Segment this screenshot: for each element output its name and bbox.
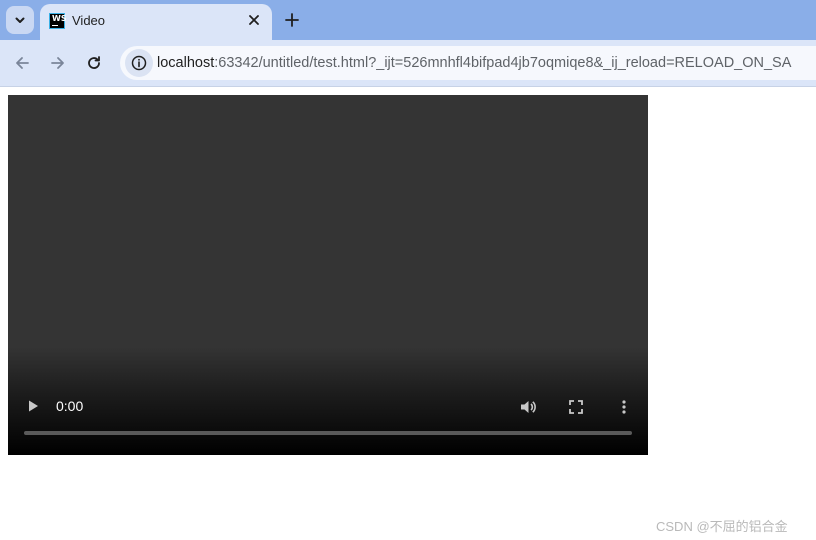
url-text: localhost:63342/untitled/test.html?_ijt=… bbox=[157, 55, 791, 71]
tab-video[interactable]: WS Video bbox=[40, 4, 272, 40]
site-info-button[interactable] bbox=[125, 49, 153, 77]
tab-title: Video bbox=[72, 13, 106, 28]
reload-button[interactable] bbox=[81, 50, 107, 76]
info-icon bbox=[131, 55, 147, 71]
video-player[interactable]: 0:00 bbox=[8, 95, 648, 455]
reload-icon bbox=[88, 56, 100, 69]
url-host: localhost bbox=[157, 55, 215, 71]
arrow-right-icon bbox=[51, 57, 64, 69]
tab-search-button[interactable] bbox=[6, 6, 34, 34]
address-bar[interactable]: localhost:63342/untitled/test.html?_ijt=… bbox=[120, 46, 816, 80]
webstorm-favicon-icon: WS bbox=[49, 13, 67, 29]
close-icon[interactable] bbox=[244, 10, 264, 30]
forward-button[interactable] bbox=[45, 50, 71, 76]
back-button[interactable] bbox=[9, 50, 35, 76]
volume-icon bbox=[521, 401, 536, 413]
current-time: 0:00 bbox=[56, 398, 84, 414]
tab-strip: WS Video bbox=[0, 0, 816, 40]
more-options-button[interactable] bbox=[612, 395, 636, 419]
play-icon bbox=[29, 400, 38, 412]
volume-button[interactable] bbox=[516, 395, 540, 419]
browser-toolbar: localhost:63342/untitled/test.html?_ijt=… bbox=[0, 40, 816, 87]
more-vert-icon bbox=[622, 400, 626, 414]
plus-icon bbox=[285, 13, 299, 27]
fullscreen-icon bbox=[569, 400, 583, 414]
arrow-left-icon bbox=[16, 57, 29, 69]
csdn-watermark: CSDN @不屈的铝合金 bbox=[656, 519, 788, 534]
video-progress-bar[interactable] bbox=[24, 431, 632, 435]
chevron-down-icon bbox=[15, 17, 25, 23]
new-tab-button[interactable] bbox=[280, 8, 304, 32]
url-path: :63342/untitled/test.html?_ijt=526mnhfl4… bbox=[214, 55, 792, 71]
fullscreen-button[interactable] bbox=[564, 395, 588, 419]
play-button[interactable] bbox=[22, 395, 44, 417]
